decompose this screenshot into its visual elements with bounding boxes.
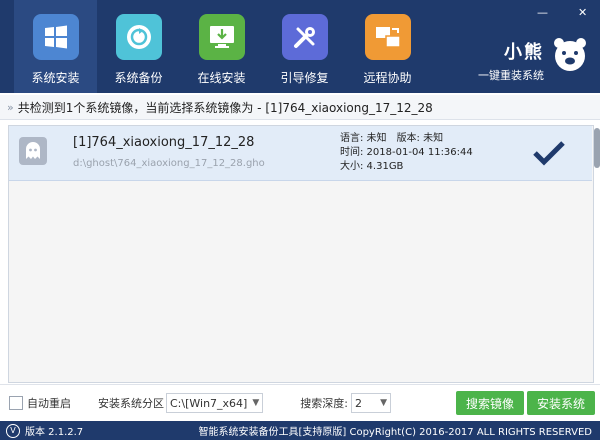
selected-check-icon: [532, 139, 566, 167]
nav-item-boot-repair[interactable]: 引导修复: [263, 0, 346, 93]
nav-item-online-install[interactable]: 在线安装: [180, 0, 263, 93]
nav-label: 远程协助: [363, 71, 412, 85]
image-time: 时间: 2018-01-04 11:36:44: [340, 147, 473, 158]
nav-item-system-backup[interactable]: 系统备份: [97, 0, 180, 93]
remote-assist-icon: [364, 14, 411, 60]
nav-item-system-install[interactable]: 系统安装: [14, 0, 97, 93]
brand-name: 小熊: [504, 42, 544, 63]
dropdown-arrow-icon: ▼: [252, 398, 260, 408]
partition-select[interactable]: C:\[Win7_x64] ▼: [166, 393, 264, 413]
depth-value: 2: [354, 396, 362, 410]
chevron-right-icon: »: [7, 100, 14, 114]
nav-label: 引导修复: [280, 71, 329, 85]
repair-tools-icon: [281, 14, 328, 60]
image-path: d:\ghost\764_xiaoxiong_17_12_28.gho: [73, 158, 265, 169]
status-line: » 共检测到1个系统镜像，当前选择系统镜像为 - [1]764_xiaoxion…: [0, 95, 600, 120]
status-text: 共检测到1个系统镜像，当前选择系统镜像为 - [1]764_xiaoxiong_…: [17, 100, 433, 115]
copyright-text: 智能系统安装备份工具[支持原版] CopyRight(C) 2016-2017 …: [198, 427, 593, 438]
footer-bar: V 版本 2.1.2.7 智能系统安装备份工具[支持原版] CopyRight(…: [0, 421, 600, 440]
ghost-icon: [19, 137, 47, 165]
image-language: 语言: 未知: [340, 133, 387, 144]
download-monitor-icon: [198, 14, 245, 60]
nav-label: 系统备份: [114, 71, 163, 85]
image-list: [1]764_xiaoxiong_17_12_28 d:\ghost\764_x…: [8, 125, 600, 383]
minimize-icon: —: [537, 6, 548, 19]
auto-restart-label: 自动重启: [27, 397, 71, 410]
nav-label: 在线安装: [197, 71, 246, 85]
image-meta: 语言: 未知 版本: 未知 时间: 2018-01-04 11:36:44 大小…: [340, 132, 473, 174]
close-icon: ✕: [578, 6, 588, 19]
brand-slogan: 一键重装系统: [478, 69, 544, 82]
backup-restore-icon: [115, 14, 162, 60]
dropdown-arrow-icon: ▼: [380, 398, 387, 408]
nav-item-remote-assist[interactable]: 远程协助: [346, 0, 429, 93]
image-list-row[interactable]: [1]764_xiaoxiong_17_12_28 d:\ghost\764_x…: [9, 126, 592, 181]
header-bar: 系统安装 系统备份 在线安装 引导修复 远程协助 — ✕ 小熊 一键重装系统: [0, 0, 600, 93]
brand: 小熊 一键重装系统: [478, 38, 544, 83]
auto-restart-checkbox[interactable]: [9, 396, 23, 410]
search-image-button[interactable]: 搜索镜像: [456, 391, 525, 415]
depth-label: 搜索深度:: [300, 397, 348, 410]
version-text: 版本 2.1.2.7: [25, 427, 84, 438]
main-nav: 系统安装 系统备份 在线安装 引导修复 远程协助: [14, 0, 429, 93]
image-version: 版本: 未知: [396, 133, 444, 144]
image-name: [1]764_xiaoxiong_17_12_28: [73, 135, 255, 150]
options-bar: 自动重启 安装系统分区 C:\[Win7_x64] ▼ 搜索深度: 2 ▼ 搜索…: [0, 384, 600, 421]
list-scrollbar-thumb[interactable]: [594, 128, 600, 168]
bear-logo-icon: [552, 34, 588, 74]
minimize-button[interactable]: —: [537, 6, 548, 19]
partition-value: C:\[Win7_x64]: [170, 396, 248, 410]
image-size: 大小: 4.31GB: [340, 161, 404, 172]
windows-logo-icon: [32, 14, 79, 60]
depth-select[interactable]: 2 ▼: [350, 393, 391, 413]
version-icon: V: [6, 423, 20, 438]
install-system-button[interactable]: 安装系统: [527, 391, 596, 415]
partition-label: 安装系统分区: [98, 397, 164, 410]
close-button[interactable]: ✕: [578, 6, 587, 19]
nav-label: 系统安装: [31, 71, 80, 85]
